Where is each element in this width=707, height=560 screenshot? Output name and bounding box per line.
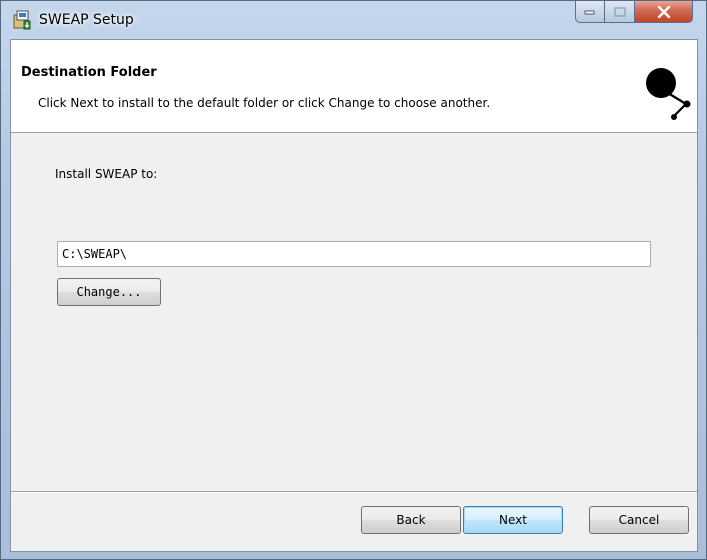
- install-location-label: Install SWEAP to:: [55, 167, 158, 181]
- install-path-input[interactable]: [57, 241, 651, 267]
- close-icon: [657, 5, 670, 18]
- sweap-logo-icon: [646, 68, 691, 120]
- window-title: SWEAP Setup: [39, 12, 134, 28]
- header-banner: Destination Folder Click Next to install…: [11, 40, 697, 133]
- page-title: Destination Folder: [21, 65, 157, 80]
- back-button[interactable]: Back: [361, 506, 461, 534]
- close-button[interactable]: [635, 1, 693, 23]
- minimize-button[interactable]: [575, 1, 605, 23]
- title-bar[interactable]: SWEAP Setup: [1, 1, 706, 39]
- maximize-button[interactable]: [605, 1, 635, 23]
- next-button[interactable]: Next: [463, 506, 563, 534]
- dialog-client-area: Destination Folder Click Next to install…: [10, 39, 698, 552]
- cancel-button[interactable]: Cancel: [589, 506, 689, 534]
- minimize-icon: [584, 10, 595, 14]
- change-button[interactable]: Change...: [57, 278, 161, 306]
- footer-divider: [11, 491, 697, 493]
- setup-window: SWEAP Setup Destination Folder Click Nex…: [0, 0, 707, 560]
- page-description: Click Next to install to the default fol…: [38, 96, 491, 110]
- maximize-icon: [613, 6, 626, 17]
- installer-icon: [11, 9, 33, 31]
